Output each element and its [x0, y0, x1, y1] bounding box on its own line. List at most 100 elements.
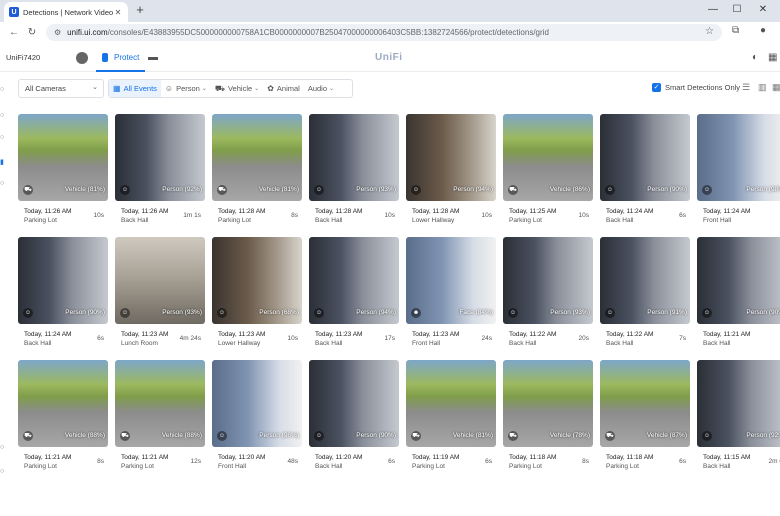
detection-card[interactable]: ☺ Person (90% Today, 11:21 AM Back Hall: [697, 237, 780, 357]
detection-thumbnail[interactable]: ☺ Person (98%: [697, 114, 780, 201]
detection-thumbnail[interactable]: ☺ Person (90%): [600, 114, 690, 201]
detection-duration: 6s: [97, 335, 104, 342]
rail-flag-icon[interactable]: ○: [0, 134, 4, 141]
detection-time: Today, 11:20 AM: [315, 454, 363, 461]
new-tab-icon[interactable]: +: [133, 3, 147, 17]
event-type-filter: ▦ All Events ☺ Person ⌄ ⛟ Vehicle ⌄ ✿ Animal A…: [108, 79, 353, 98]
smart-detections-label: Smart Detections Only: [665, 83, 741, 92]
close-window-icon[interactable]: ✕: [756, 2, 770, 18]
detection-thumbnail[interactable]: ☺ Person (94%): [309, 237, 399, 324]
detection-thumbnail[interactable]: ☺ Person (98%): [212, 360, 302, 447]
filter-vehicle[interactable]: ⛟ Vehicle ⌄: [211, 80, 263, 97]
rail-detections-icon[interactable]: ▮: [0, 158, 4, 166]
detection-card[interactable]: ☺ Person (93%) Today, 11:22 AM 20s Back Hall: [503, 237, 593, 357]
extensions-icon[interactable]: ⧉: [732, 25, 739, 36]
detection-time: Today, 11:23 AM: [218, 331, 266, 338]
minimize-icon[interactable]: —: [706, 2, 720, 18]
rail-settings-icon[interactable]: ○: [0, 180, 4, 187]
person-icon: ☺: [314, 431, 324, 441]
detection-thumbnail[interactable]: ⛟ Vehicle (87%): [600, 360, 690, 447]
close-tab-icon[interactable]: ✕: [113, 8, 123, 17]
detection-card[interactable]: ⛟ Vehicle (88%) Today, 11:21 AM 12s Parking …: [115, 360, 205, 480]
detection-thumbnail[interactable]: ☺ Person (90%): [18, 237, 108, 324]
filter-person[interactable]: ☺ Person ⌄: [161, 80, 211, 97]
filter-all-events[interactable]: ▦ All Events: [109, 80, 161, 97]
detection-thumbnail[interactable]: ⛟ Vehicle (86%): [503, 114, 593, 201]
detection-thumbnail[interactable]: ⛟ Vehicle (78%): [503, 360, 593, 447]
chart-view-icon[interactable]: ▥: [758, 82, 767, 93]
detection-card[interactable]: ☺ Person (93%) Today, 11:23 AM 4m 24s Lunch …: [115, 237, 205, 357]
detection-card[interactable]: ☺ Person (98%) Today, 11:20 AM 48s Front Hal…: [212, 360, 302, 480]
detection-card[interactable]: ☺ Person (92% Today, 11:15 AM 2m 0 Back Hall: [697, 360, 780, 480]
detection-thumbnail[interactable]: ☺ Person (90%: [697, 237, 780, 324]
detection-thumbnail[interactable]: ⛟ Vehicle (88%): [18, 360, 108, 447]
site-info-icon[interactable]: ⚙: [54, 28, 61, 37]
detection-thumbnail[interactable]: ⛟ Vehicle (81%): [406, 360, 496, 447]
detection-thumbnail[interactable]: ☺ Person (90%): [309, 360, 399, 447]
detection-thumbnail[interactable]: ☻ Face (84%): [406, 237, 496, 324]
detection-thumbnail[interactable]: ☺ Person (93%): [115, 237, 205, 324]
detection-card[interactable]: ⛟ Vehicle (81%) Today, 11:28 AM 8s Parking L…: [212, 114, 302, 234]
detection-card[interactable]: ☺ Person (68%) Today, 11:23 AM 10s Lower Hal…: [212, 237, 302, 357]
detection-camera: Parking Lot: [121, 463, 154, 470]
theme-toggle-icon[interactable]: ◐: [752, 52, 758, 63]
rail-home-icon[interactable]: ○: [0, 86, 4, 93]
detection-time: Today, 11:18 AM: [606, 454, 654, 461]
address-bar[interactable]: ⚙ unifi.ui.com /consoles/E43883955DC5000…: [46, 24, 722, 41]
detection-thumbnail[interactable]: ☺ Person (68%): [212, 237, 302, 324]
car-icon: ⛟: [605, 431, 615, 441]
detection-card[interactable]: ☺ Person (98% Today, 11:24 AM Front Hall: [697, 114, 780, 234]
rail-help-icon[interactable]: ○: [0, 444, 4, 451]
rail-bell-icon[interactable]: ○: [0, 468, 4, 475]
bookmark-star-icon[interactable]: ☆: [705, 26, 714, 37]
detection-card[interactable]: ☺ Person (94%) Today, 11:28 AM 10s Lower Hal…: [406, 114, 496, 234]
detection-card[interactable]: ☺ Person (90%) Today, 11:20 AM 6s Back Hall: [309, 360, 399, 480]
detection-thumbnail[interactable]: ⛟ Vehicle (81%): [212, 114, 302, 201]
grid-view-icon[interactable]: ▦: [772, 82, 780, 93]
filter-animal[interactable]: ✿ Animal: [263, 80, 304, 97]
detection-card[interactable]: ⛟ Vehicle (81%) Today, 11:19 AM 6s Parking L…: [406, 360, 496, 480]
maximize-icon[interactable]: ☐: [730, 2, 744, 18]
detection-card[interactable]: ☻ Face (84%) Today, 11:23 AM 24s Front Hall: [406, 237, 496, 357]
list-view-icon[interactable]: ☰: [742, 82, 750, 93]
detection-card[interactable]: ☺ Person (90%) Today, 11:24 AM 6s Back Hall: [18, 237, 108, 357]
detection-thumbnail[interactable]: ☺ Person (93%): [309, 114, 399, 201]
settings-icon[interactable]: [76, 52, 88, 64]
detection-thumbnail[interactable]: ☺ Person (94%): [406, 114, 496, 201]
detection-card[interactable]: ⛟ Vehicle (88%) Today, 11:21 AM 8s Parking L…: [18, 360, 108, 480]
detection-label: Person (92%: [746, 432, 780, 439]
tab-protect[interactable]: Protect: [96, 44, 146, 72]
detection-thumbnail[interactable]: ⛟ Vehicle (88%): [115, 360, 205, 447]
smart-detections-toggle[interactable]: ✓ Smart Detections Only: [652, 83, 740, 92]
detection-card[interactable]: ⛟ Vehicle (78%) Today, 11:18 AM 8s Parking L…: [503, 360, 593, 480]
detection-card[interactable]: ⛟ Vehicle (81%) Today, 11:26 AM 10s Parking …: [18, 114, 108, 234]
detection-thumbnail[interactable]: ☺ Person (93%): [503, 237, 593, 324]
detection-thumbnail[interactable]: ☺ Person (91%): [600, 237, 690, 324]
browser-tab[interactable]: U Detections | Network Video Rec ✕: [4, 2, 128, 22]
all-events-icon: ▦: [113, 84, 121, 93]
camera-select[interactable]: All Cameras ⌄: [18, 79, 104, 98]
rail-camera-icon[interactable]: ○: [0, 112, 4, 119]
apps-grid-icon[interactable]: ▦: [768, 52, 777, 63]
console-name[interactable]: UniFi7420: [6, 53, 40, 62]
checkbox-checked-icon[interactable]: ✓: [652, 83, 661, 92]
detection-card[interactable]: ⛟ Vehicle (86%) Today, 11:25 AM 10s Parking …: [503, 114, 593, 234]
back-icon[interactable]: ←: [6, 25, 22, 41]
profile-icon[interactable]: ●: [760, 25, 766, 36]
camera-select-value: All Cameras: [25, 84, 66, 93]
detection-thumbnail[interactable]: ☺ Person (92%: [697, 360, 780, 447]
detection-card[interactable]: ☺ Person (91%) Today, 11:22 AM 7s Back Hall: [600, 237, 690, 357]
vehicle-app-icon[interactable]: ▬: [148, 52, 158, 63]
detection-label: Vehicle (81%): [258, 186, 299, 193]
detection-thumbnail[interactable]: ⛟ Vehicle (81%): [18, 114, 108, 201]
detection-camera: Back Hall: [606, 340, 634, 347]
reload-icon[interactable]: ↻: [24, 25, 40, 41]
detection-card[interactable]: ☺ Person (93%) Today, 11:28 AM 10s Back Hall: [309, 114, 399, 234]
detection-card[interactable]: ☺ Person (90%) Today, 11:24 AM 6s Back Hall: [600, 114, 690, 234]
detection-card[interactable]: ☺ Person (92%) Today, 11:26 AM 1m 1s Back Ha…: [115, 114, 205, 234]
detection-card[interactable]: ⛟ Vehicle (87%) Today, 11:18 AM 6s Parking L…: [600, 360, 690, 480]
detection-thumbnail[interactable]: ☺ Person (92%): [115, 114, 205, 201]
detection-card[interactable]: ☺ Person (94%) Today, 11:23 AM 17s Back Hall: [309, 237, 399, 357]
detection-camera: Back Hall: [703, 340, 731, 347]
filter-audio[interactable]: Audio ⌄: [304, 80, 338, 97]
